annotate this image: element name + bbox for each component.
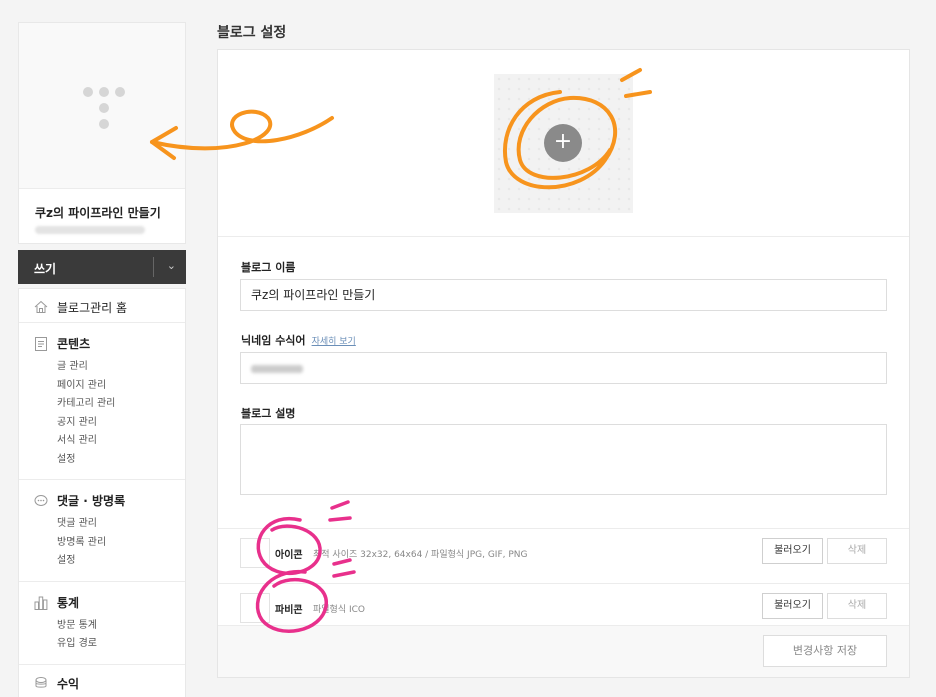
sidebar-group-stats: 통계 방문 통계 유입 경로 [19, 582, 185, 665]
favicon-description: 파일형식 ICO [313, 605, 366, 615]
bar-chart-icon [34, 595, 48, 614]
blog-image-upload[interactable]: + [494, 74, 633, 213]
blog-name-label: 블로그 이름 [241, 261, 296, 274]
add-image-button[interactable]: + [544, 124, 582, 162]
icon-label: 아이콘 [275, 550, 303, 561]
icon-delete-button[interactable]: 삭제 [827, 538, 887, 564]
sidebar-item-revenue[interactable]: 수익 [19, 665, 185, 697]
chevron-down-icon[interactable]: ⌄ [167, 259, 176, 272]
description-textarea[interactable] [240, 424, 887, 495]
sidebar-group-contents: 콘텐츠 글 관리 페이지 관리 카테고리 관리 공지 관리 서식 관리 설정 [19, 323, 185, 480]
group-title[interactable]: 댓글 · 방명록 [57, 492, 185, 509]
sidebar-item-label: 수익 [57, 676, 80, 691]
sidebar-item-referrers[interactable]: 유입 경로 [57, 635, 185, 654]
description-label: 블로그 설명 [241, 407, 296, 420]
sidebar-item-label: 블로그관리 홈 [57, 301, 128, 315]
page-title: 블로그 설정 [217, 25, 287, 41]
blog-profile-image[interactable] [19, 23, 185, 189]
sidebar-item-visit-stats[interactable]: 방문 통계 [57, 617, 185, 636]
sidebar-item-guestbook[interactable]: 방명록 관리 [57, 534, 185, 553]
group-title[interactable]: 콘텐츠 [57, 335, 185, 352]
divider [218, 236, 909, 237]
sidebar-item-comment-settings[interactable]: 설정 [57, 552, 185, 571]
settings-panel: + 블로그 이름 쿠z의 파이프라인 만들기 닉네임 수식어 자세히 보기 블로그… [217, 49, 910, 678]
nickname-label-text: 닉네임 수식어 [241, 334, 306, 347]
details-link[interactable]: 자세히 보기 [312, 337, 356, 347]
icon-description: 최적 사이즈 32x32, 64x64 / 파일형식 JPG, GIF, PNG [313, 550, 528, 560]
sidebar-item-content-settings[interactable]: 설정 [57, 451, 185, 470]
panel-footer: 변경사항 저장 [218, 625, 909, 677]
chat-icon [34, 493, 48, 512]
sidebar-item-comments[interactable]: 댓글 관리 [57, 515, 185, 534]
blog-url-blurred [35, 226, 145, 234]
favicon-load-button[interactable]: 불러오기 [762, 593, 823, 619]
save-changes-button[interactable]: 변경사항 저장 [763, 635, 887, 667]
sidebar-item-notices[interactable]: 공지 관리 [57, 414, 185, 433]
sidebar-item-pages[interactable]: 페이지 관리 [57, 377, 185, 396]
favicon-preview [240, 593, 270, 623]
group-title[interactable]: 통계 [57, 594, 185, 611]
blog-profile-card: 쿠z의 파이프라인 만들기 [18, 22, 186, 244]
write-label: 쓰기 [34, 262, 57, 276]
icon-row: 아이콘 최적 사이즈 32x32, 64x64 / 파일형식 JPG, GIF,… [218, 528, 909, 583]
blog-name[interactable]: 쿠z의 파이프라인 만들기 [19, 189, 185, 221]
sidebar-item-posts[interactable]: 글 관리 [57, 358, 185, 377]
coin-icon [34, 675, 48, 694]
divider [153, 257, 154, 277]
sidebar-item-templates[interactable]: 서식 관리 [57, 432, 185, 451]
write-button[interactable]: 쓰기 ⌄ [18, 250, 186, 284]
icon-preview [240, 538, 270, 568]
nickname-input[interactable] [240, 352, 887, 384]
nickname-value-blurred [251, 364, 303, 373]
sidebar-item-home[interactable]: 블로그관리 홈 [19, 289, 185, 323]
tistory-logo-icon [83, 87, 127, 131]
admin-menu: 블로그관리 홈 콘텐츠 글 관리 페이지 관리 카테고리 관리 공지 관리 서식… [18, 288, 186, 697]
sidebar-item-categories[interactable]: 카테고리 관리 [57, 395, 185, 414]
favicon-label: 파비콘 [275, 605, 303, 616]
home-icon [34, 299, 48, 318]
document-icon [34, 336, 48, 355]
blog-name-input[interactable]: 쿠z의 파이프라인 만들기 [240, 279, 887, 311]
sidebar: 쿠z의 파이프라인 만들기 쓰기 ⌄ 블로그관리 홈 콘텐츠 글 관리 페이지 … [18, 22, 186, 697]
sidebar-group-comments: 댓글 · 방명록 댓글 관리 방명록 관리 설정 [19, 480, 185, 582]
icon-load-button[interactable]: 불러오기 [762, 538, 823, 564]
favicon-delete-button[interactable]: 삭제 [827, 593, 887, 619]
nickname-label: 닉네임 수식어 자세히 보기 [241, 332, 356, 348]
